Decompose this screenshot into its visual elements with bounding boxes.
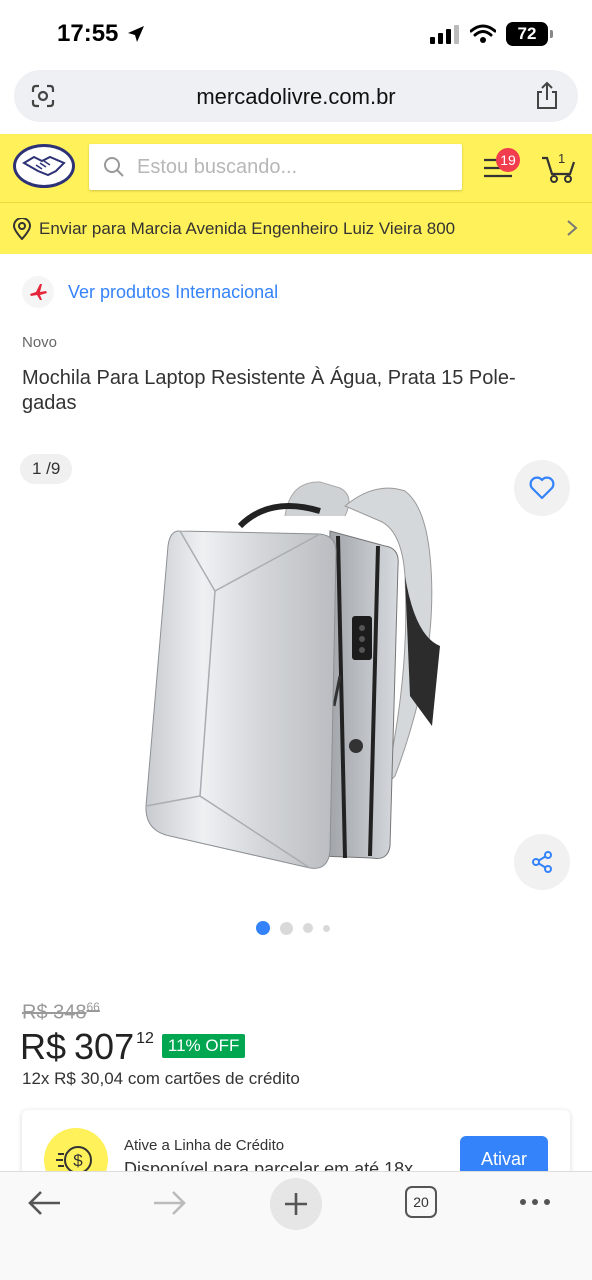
cart-count: 1	[558, 151, 566, 166]
battery-icon: 72	[506, 22, 553, 46]
status-indicators: 72	[430, 22, 553, 46]
currency-symbol: R$	[20, 1026, 67, 1067]
international-products-link[interactable]: Ver produtos Internacional	[68, 282, 278, 303]
notification-badge: 19	[496, 148, 520, 172]
status-bar: 17:55 72	[0, 0, 592, 66]
search-icon	[104, 157, 124, 177]
url-text: mercadolivre.com.br	[196, 84, 396, 109]
share-product-button[interactable]	[514, 834, 570, 890]
original-price: R$ 34866	[22, 1000, 100, 1025]
address-text: Enviar para Marcia Avenida Engenheiro Lu…	[39, 219, 456, 238]
shipping-address-bar[interactable]: Enviar para Marcia Avenida Engenheiro Lu…	[0, 202, 592, 254]
airplane-icon	[22, 276, 54, 308]
browser-url-area: mercadolivre.com.br	[0, 66, 592, 134]
wifi-icon	[470, 24, 496, 43]
battery-level: 72	[517, 24, 537, 43]
share-nodes-icon	[532, 851, 552, 873]
product-title: Mochila Para Laptop Resistente À Água, P…	[22, 367, 516, 414]
international-link-row[interactable]: Ver produtos Internacional	[22, 276, 278, 308]
original-price-int: R$ 348	[22, 1001, 87, 1024]
heart-icon	[529, 476, 555, 500]
location-arrow-icon	[128, 26, 145, 42]
discount-badge: 11% OFF	[161, 1034, 246, 1058]
site-header: Estou buscando... 19	[0, 134, 592, 202]
pagination-dot[interactable]	[323, 924, 330, 932]
installments-text: 12x R$ 30,04 com cartões de crédito	[22, 1069, 300, 1088]
svg-text:$: $	[73, 1151, 83, 1170]
credit-title: Ative a Linha de Crédito	[124, 1137, 285, 1154]
chevron-right-icon	[567, 220, 578, 236]
current-price: R$ 307 12 11% OFF	[20, 1026, 246, 1068]
status-time: 17:55	[57, 20, 146, 48]
new-tab-button[interactable]	[270, 1178, 322, 1230]
plus-icon	[285, 1193, 307, 1215]
price-cents: 12	[136, 1030, 154, 1047]
more-options-icon[interactable]	[520, 1199, 550, 1205]
share-icon[interactable]	[534, 81, 560, 111]
search-placeholder: Estou buscando...	[137, 156, 298, 178]
forward-arrow-icon[interactable]	[152, 1188, 188, 1218]
product-condition: Novo	[22, 334, 58, 351]
gallery-pagination	[256, 921, 330, 935]
clock-text: 17:55	[57, 20, 119, 47]
signal-icon	[430, 25, 459, 44]
search-input[interactable]: Estou buscando...	[89, 144, 462, 190]
location-pin-icon	[12, 218, 32, 240]
pagination-dot[interactable]	[303, 923, 313, 933]
product-image[interactable]	[140, 476, 450, 876]
handshake-icon	[22, 155, 66, 177]
back-arrow-icon[interactable]	[26, 1188, 62, 1218]
favorite-button[interactable]	[514, 460, 570, 516]
price-integer: 307	[74, 1026, 135, 1067]
url-bar[interactable]: mercadolivre.com.br	[14, 70, 578, 122]
pagination-dot-active[interactable]	[256, 921, 270, 935]
image-counter: 1 /9	[20, 454, 73, 484]
original-price-cents: 66	[86, 1000, 100, 1014]
mercadolivre-logo[interactable]	[13, 144, 75, 188]
pagination-dot[interactable]	[280, 921, 293, 935]
browser-toolbar: 20	[0, 1171, 592, 1280]
tab-count-button[interactable]: 20	[405, 1186, 437, 1218]
